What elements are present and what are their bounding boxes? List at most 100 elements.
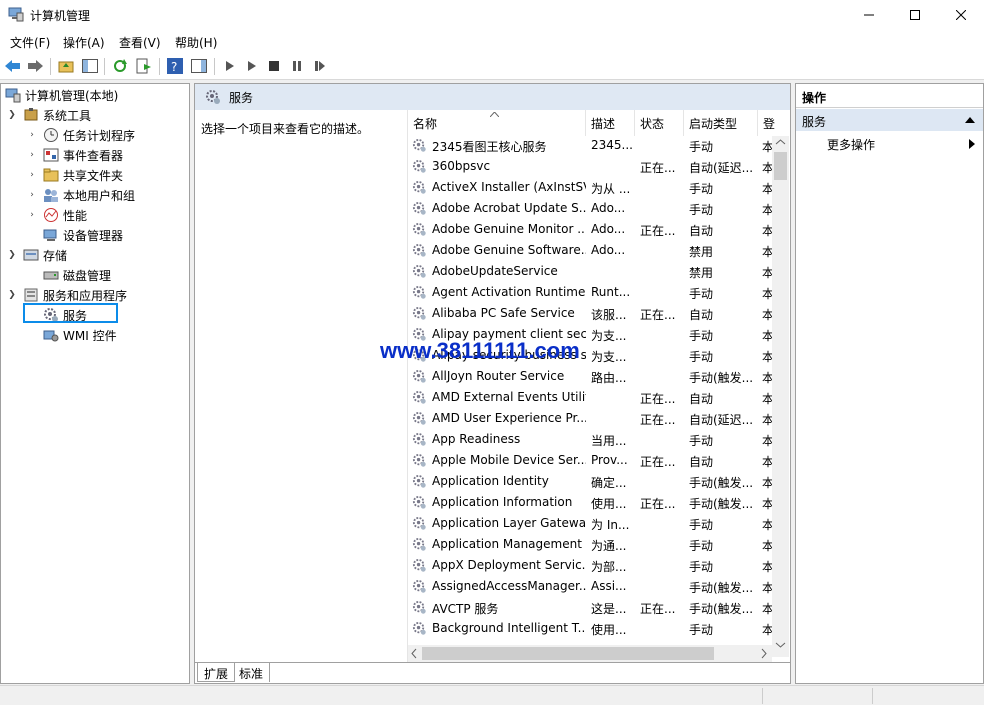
expand-icon[interactable]: › (27, 190, 37, 200)
table-row[interactable]: AVCTP 服务 这是... 正在... 手动(触发... 本 (408, 598, 772, 619)
service-description: 确定... (591, 476, 627, 490)
pause-service-button[interactable] (288, 57, 306, 75)
tree-item-local-users[interactable]: › 本地用户和组 (27, 185, 135, 205)
table-row[interactable]: Adobe Genuine Monitor ... Ado... 正在... 自动 本 (408, 220, 772, 241)
column-header-description[interactable]: 描述 (586, 110, 635, 136)
menu-action[interactable]: 操作(A) (63, 34, 105, 51)
table-row[interactable]: AMD External Events Utility 正在... 自动 本 (408, 388, 772, 409)
stop-service-button[interactable] (265, 57, 283, 75)
collapse-icon[interactable]: ❯ (7, 290, 17, 300)
table-row[interactable]: AllJoyn Router Service 路由... 手动(触发... 本 (408, 367, 772, 388)
table-row[interactable]: Background Intelligent T... 使用... 手动 本 (408, 619, 772, 640)
table-row[interactable]: Adobe Genuine Software... Ado... 禁用 本 (408, 241, 772, 262)
expand-icon[interactable]: › (27, 170, 37, 180)
export-list-button[interactable] (135, 57, 153, 75)
column-header-status[interactable]: 状态 (635, 110, 684, 136)
table-row[interactable]: Alibaba PC Safe Service 该服... 正在... 自动 本 (408, 304, 772, 325)
more-actions-item[interactable]: 更多操作 (827, 136, 875, 153)
table-row[interactable]: AMD User Experience Pr... 正在... 自动(延迟... 本 (408, 409, 772, 430)
expand-icon[interactable]: › (27, 210, 37, 220)
table-row[interactable]: Application Layer Gatewa... 为 In... 手动 本 (408, 514, 772, 535)
show-hide-tree-button[interactable] (81, 57, 99, 75)
maximize-button[interactable] (892, 0, 938, 30)
help-icon: ? (167, 58, 183, 74)
vertical-scrollbar[interactable] (772, 136, 789, 657)
table-row[interactable]: 2345看图王核心服务 2345... 手动 本 (408, 136, 772, 157)
scroll-right-icon[interactable] (758, 645, 770, 662)
start-service-button[interactable] (221, 57, 239, 75)
column-status-label: 状态 (640, 116, 665, 131)
tree-item-task-scheduler[interactable]: › 任务计划程序 (27, 125, 135, 145)
forward-button[interactable] (26, 57, 44, 75)
folder-up-icon (58, 61, 74, 73)
table-row[interactable]: 360bpsvc 正在... 自动(延迟... 本 (408, 157, 772, 178)
service-gear-icon (412, 537, 426, 551)
gear-icon (206, 90, 220, 104)
service-startup-type: 手动 (689, 539, 714, 553)
column-header-logon[interactable]: 登 (758, 110, 775, 136)
tree-item-system-tools[interactable]: ❯ 系统工具 (7, 105, 91, 125)
close-button[interactable] (938, 0, 984, 30)
table-row[interactable]: App Readiness 当用... 手动 本 (408, 430, 772, 451)
tree-item-performance[interactable]: › 性能 (27, 205, 87, 225)
service-name: AllJoyn Router Service (432, 369, 565, 383)
actions-section-services[interactable]: 服务 (796, 109, 983, 131)
minimize-button[interactable] (846, 0, 892, 30)
vertical-scroll-thumb[interactable] (774, 152, 787, 180)
console-tree: 计算机管理(本地) ❯ 系统工具 › 任务计划程序 › 事件查看器 › 共享文件… (0, 83, 190, 684)
tree-item-device-manager[interactable]: 设备管理器 (27, 225, 123, 245)
service-gear-icon (412, 474, 426, 488)
expand-icon[interactable]: › (27, 130, 37, 140)
menu-view[interactable]: 查看(V) (119, 34, 161, 51)
tree-item-shared-folders[interactable]: › 共享文件夹 (27, 165, 123, 185)
service-gear-icon (412, 495, 426, 509)
collapse-icon[interactable]: ❯ (7, 110, 17, 120)
service-name: Application Information (432, 495, 573, 509)
service-startup-type: 手动 (689, 140, 714, 154)
start-service-alt-button[interactable] (243, 57, 261, 75)
back-button[interactable] (4, 57, 22, 75)
toolbar-separator (50, 58, 51, 75)
scroll-up-icon[interactable] (772, 136, 789, 148)
computer-icon (5, 88, 21, 103)
tree-item-wmi-control[interactable]: WMI 控件 (27, 325, 117, 345)
tree-item-services-and-apps[interactable]: ❯ 服务和应用程序 (7, 285, 127, 305)
menu-help[interactable]: 帮助(H) (175, 34, 217, 51)
horizontal-scrollbar[interactable] (408, 645, 772, 662)
table-row[interactable]: Application Information 使用... 正在... 手动(触发..… (408, 493, 772, 514)
up-level-button[interactable] (57, 57, 75, 75)
column-header-name[interactable]: 名称 (408, 110, 586, 136)
table-row[interactable]: Application Management 为通... 手动 本 (408, 535, 772, 556)
table-row[interactable]: Agent Activation Runtime... Runt... 手动 本 (408, 283, 772, 304)
refresh-button[interactable] (111, 57, 129, 75)
table-row[interactable]: AppX Deployment Servic... 为部... 手动 本 (408, 556, 772, 577)
service-name: AMD External Events Utility (432, 390, 586, 404)
table-row[interactable]: Adobe Acrobat Update S... Ado... 手动 本 (408, 199, 772, 220)
help-button[interactable]: ? (166, 57, 184, 75)
tree-item-storage[interactable]: ❯ 存储 (7, 245, 67, 265)
tab-extended[interactable]: 扩展 (197, 663, 236, 682)
restart-service-button[interactable] (311, 57, 329, 75)
column-header-startup-type[interactable]: 启动类型 (684, 110, 758, 136)
scroll-left-icon[interactable] (408, 645, 420, 662)
collapse-icon[interactable]: ❯ (7, 250, 17, 260)
service-startup-type: 手动 (689, 623, 714, 637)
horizontal-scroll-thumb[interactable] (422, 647, 714, 660)
service-gear-icon (412, 285, 426, 299)
table-row[interactable]: ActiveX Installer (AxInstSV) 为从 ... 手动 本 (408, 178, 772, 199)
service-startup-type: 自动 (689, 308, 714, 322)
tree-item-event-viewer[interactable]: › 事件查看器 (27, 145, 123, 165)
table-row[interactable]: Apple Mobile Device Ser... Prov... 正在... 自动… (408, 451, 772, 472)
table-row[interactable]: AdobeUpdateService 禁用 本 (408, 262, 772, 283)
services-list: 名称 描述 状态 启动类型 登 2345看图王核心服务 2345... 手动本 360… (407, 110, 790, 662)
table-row[interactable]: AssignedAccessManager... Assi... 手动(触发... 本 (408, 577, 772, 598)
tree-root[interactable]: 计算机管理(本地) (5, 85, 118, 105)
tree-root-label: 计算机管理(本地) (25, 88, 119, 103)
show-action-pane-button[interactable] (190, 57, 208, 75)
scroll-down-icon[interactable] (772, 639, 789, 651)
tree-item-disk-management[interactable]: 磁盘管理 (27, 265, 111, 285)
tab-standard[interactable]: 标准 (233, 663, 271, 682)
expand-icon[interactable]: › (27, 150, 37, 160)
menu-file[interactable]: 文件(F) (10, 34, 50, 51)
table-row[interactable]: Application Identity 确定... 手动(触发... 本 (408, 472, 772, 493)
